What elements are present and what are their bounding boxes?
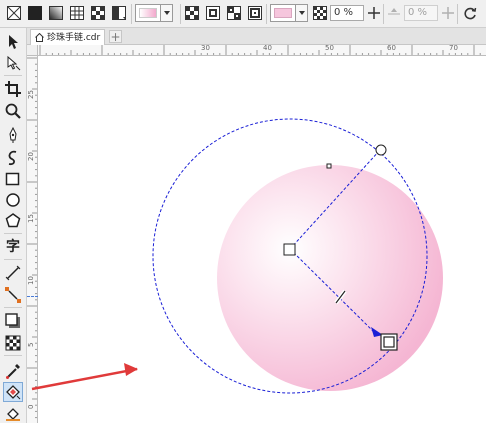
toolbox: 字	[0, 28, 27, 423]
node-color-swatch[interactable]	[270, 4, 296, 22]
node-transparency-icon	[313, 6, 327, 20]
polygon-tool-icon[interactable]	[4, 212, 22, 230]
separator	[457, 4, 458, 24]
separator	[180, 4, 181, 24]
linear-fountain-icon[interactable]	[184, 5, 200, 21]
tool-separator	[4, 233, 22, 234]
vector-pattern-icon[interactable]	[69, 5, 85, 21]
fill-start-handle[interactable]	[283, 243, 296, 256]
parallel-dimension-tool-icon[interactable]	[4, 264, 22, 282]
ellipse-tool-icon[interactable]	[4, 191, 22, 209]
freehand-tool-icon[interactable]	[4, 126, 22, 144]
vertical-ruler[interactable]: 25 20 15 10 5 0	[27, 56, 38, 423]
reverse-fill-icon[interactable]	[462, 5, 478, 21]
horizontal-ruler[interactable]: 30 40 50 60 70	[38, 45, 486, 56]
vertical-ruler-ticks	[27, 57, 37, 419]
ruler-origin[interactable]	[27, 45, 38, 56]
crop-tool-icon[interactable]	[4, 80, 22, 98]
separator	[131, 4, 132, 24]
no-fill-icon[interactable]	[6, 5, 22, 21]
horizontal-ruler-ticks	[39, 45, 481, 55]
pick-tool-icon[interactable]	[4, 33, 22, 51]
tool-separator	[4, 307, 22, 308]
elliptical-fountain-icon[interactable]	[205, 5, 221, 21]
color-eyedropper-tool-icon[interactable]	[4, 362, 22, 380]
tool-separator	[4, 355, 22, 356]
property-bar: 0 % 0 %	[0, 0, 486, 28]
zoom-tool-icon[interactable]	[4, 102, 22, 120]
smart-fill-tool-icon[interactable]	[4, 404, 22, 422]
bounding-handle[interactable]	[326, 163, 332, 169]
home-icon	[35, 33, 44, 42]
tool-separator	[4, 75, 22, 76]
rectangular-fountain-icon[interactable]	[247, 5, 263, 21]
midpoint-spinner-icon[interactable]	[440, 5, 456, 21]
text-tool-icon[interactable]: 字	[4, 238, 22, 256]
shape-tool-icon[interactable]	[4, 54, 22, 72]
fill-picker-swatch[interactable]	[135, 4, 161, 22]
two-color-pattern-icon[interactable]	[111, 5, 127, 21]
bitmap-pattern-icon[interactable]	[90, 5, 106, 21]
midpoint-field[interactable]: 0 %	[404, 5, 438, 21]
fill-picker-dropdown[interactable]	[160, 4, 173, 22]
document-tab-title: 珍珠手链.cdr	[47, 33, 101, 43]
add-tab-button[interactable]: +	[109, 30, 122, 43]
drawing-canvas[interactable]	[38, 56, 486, 423]
separator	[383, 4, 384, 24]
connector-tool-icon[interactable]	[4, 286, 22, 304]
uniform-fill-icon[interactable]	[27, 5, 43, 21]
tool-separator	[4, 259, 22, 260]
ruler-guide-marker	[27, 296, 38, 297]
add-node-icon[interactable]	[366, 5, 382, 21]
midpoint-icon	[388, 8, 400, 15]
rotation-handle[interactable]	[375, 144, 387, 156]
document-tab-strip: 珍珠手链.cdr +	[27, 28, 486, 45]
pearl-circle[interactable]	[217, 165, 443, 391]
interactive-fill-tool-icon[interactable]	[3, 382, 23, 402]
conical-fountain-icon[interactable]	[226, 5, 242, 21]
fountain-fill-icon[interactable]	[48, 5, 64, 21]
document-tab[interactable]: 珍珠手链.cdr	[30, 29, 105, 45]
node-color-preview	[274, 8, 292, 18]
gradient-preview	[139, 8, 157, 18]
node-color-dropdown[interactable]	[295, 4, 308, 22]
fill-end-handle-inner	[383, 336, 395, 348]
rectangle-tool-icon[interactable]	[4, 170, 22, 188]
artistic-media-tool-icon[interactable]	[4, 148, 22, 166]
drop-shadow-tool-icon[interactable]	[4, 312, 22, 330]
transparency-tool-icon[interactable]	[4, 334, 22, 352]
separator	[266, 4, 267, 24]
node-transparency-field[interactable]: 0 %	[330, 5, 364, 21]
